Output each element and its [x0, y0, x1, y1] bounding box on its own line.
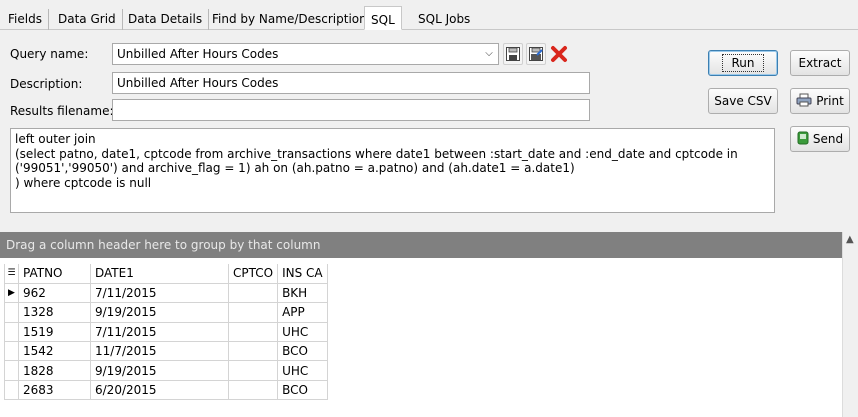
column-chooser-icon[interactable]: ☰ — [4, 264, 19, 284]
table-cell[interactable]: BCO — [277, 379, 328, 401]
grid-header-row: ☰ PATNO DATE1 CPTCO INS CA — [4, 264, 328, 284]
table-cell[interactable]: 1328 — [18, 302, 91, 323]
results-filename-field[interactable] — [112, 99, 590, 121]
table-cell[interactable]: 962 — [18, 282, 91, 304]
table-cell[interactable]: 11/7/2015 — [90, 341, 229, 362]
table-cell[interactable]: BKH — [277, 282, 328, 304]
table-cell[interactable]: BCO — [277, 341, 328, 362]
group-by-hint: Drag a column header here to group by th… — [6, 238, 321, 252]
table-cell[interactable] — [227, 321, 279, 343]
send-icon — [797, 131, 809, 148]
table-cell[interactable]: 2683 — [18, 379, 91, 401]
query-name-combo[interactable]: Unbilled After Hours Codes ⌵ — [112, 43, 499, 65]
group-by-panel[interactable]: Drag a column header here to group by th… — [0, 232, 842, 258]
tab-sql-jobs[interactable]: SQL Jobs — [412, 9, 476, 30]
table-cell[interactable]: 6/20/2015 — [90, 379, 229, 401]
chevron-down-icon[interactable]: ⌵ — [480, 44, 498, 64]
save-csv-button-label: Save CSV — [714, 94, 772, 108]
table-cell[interactable]: APP — [277, 302, 328, 323]
print-button[interactable]: Print — [790, 88, 850, 114]
sql-editor[interactable]: left outer join (select patno, date1, cp… — [10, 128, 775, 213]
tab-data-grid[interactable]: Data Grid — [52, 9, 123, 30]
table-cell[interactable]: 9/19/2015 — [90, 360, 229, 381]
table-cell[interactable]: 7/11/2015 — [90, 282, 229, 304]
table-row[interactable]: ▶ 962 7/11/2015 BKH — [4, 282, 328, 304]
printer-icon — [796, 93, 812, 110]
table-row[interactable]: 1542 11/7/2015 BCO — [4, 341, 328, 362]
query-name-label: Query name: — [10, 47, 89, 61]
tab-find-by-name[interactable]: Find by Name/Description — [206, 9, 374, 30]
column-header[interactable]: DATE1 — [90, 264, 229, 284]
description-field[interactable]: Unbilled After Hours Codes — [112, 72, 590, 94]
current-row-indicator-icon: ▶ — [4, 282, 19, 304]
table-cell[interactable] — [227, 282, 279, 304]
table-cell[interactable]: 1519 — [18, 321, 91, 343]
row-indicator — [4, 341, 19, 362]
tab-data-details[interactable]: Data Details — [122, 9, 210, 30]
save-csv-button[interactable]: Save CSV — [708, 88, 778, 114]
table-cell[interactable]: 1828 — [18, 360, 91, 381]
row-indicator — [4, 302, 19, 323]
run-button[interactable]: Run — [708, 50, 778, 76]
table-cell[interactable]: UHC — [277, 360, 328, 381]
table-cell[interactable] — [227, 302, 279, 323]
tab-sql[interactable]: SQL — [364, 6, 402, 30]
results-filename-label: Results filename: — [10, 104, 114, 118]
extract-button-label: Extract — [798, 56, 842, 70]
send-button-label: Send — [812, 132, 844, 146]
table-row[interactable]: 1519 7/11/2015 UHC — [4, 321, 328, 343]
table-row[interactable]: 2683 6/20/2015 BCO — [4, 379, 328, 401]
delete-query-icon[interactable] — [549, 43, 569, 65]
table-cell[interactable] — [227, 341, 279, 362]
description-label: Description: — [10, 77, 83, 91]
column-header[interactable]: PATNO — [18, 264, 91, 284]
query-name-value: Unbilled After Hours Codes — [117, 47, 279, 61]
tab-fields[interactable]: Fields — [2, 9, 49, 30]
table-cell[interactable]: 1542 — [18, 341, 91, 362]
vertical-scrollbar[interactable]: ▲ — [842, 232, 858, 417]
results-grid: ☰ PATNO DATE1 CPTCO INS CA ▶ 962 7/11/20… — [4, 264, 328, 401]
row-indicator — [4, 379, 19, 401]
save-query-icon[interactable] — [503, 43, 523, 65]
table-cell[interactable] — [227, 379, 279, 401]
table-cell[interactable]: UHC — [277, 321, 328, 343]
extract-button[interactable]: Extract — [790, 50, 850, 76]
column-header[interactable]: CPTCO — [227, 264, 279, 284]
table-row[interactable]: 1828 9/19/2015 UHC — [4, 360, 328, 381]
send-button[interactable]: Send — [790, 126, 850, 152]
table-cell[interactable]: 9/19/2015 — [90, 302, 229, 323]
table-row[interactable]: 1328 9/19/2015 APP — [4, 302, 328, 323]
scroll-up-icon[interactable]: ▲ — [846, 234, 854, 245]
run-button-label: Run — [722, 54, 764, 72]
row-indicator — [4, 321, 19, 343]
table-cell[interactable] — [227, 360, 279, 381]
save-as-query-icon[interactable] — [526, 43, 546, 65]
column-header[interactable]: INS CA — [277, 264, 328, 284]
print-button-label: Print — [816, 94, 844, 108]
row-indicator — [4, 360, 19, 381]
table-cell[interactable]: 7/11/2015 — [90, 321, 229, 343]
